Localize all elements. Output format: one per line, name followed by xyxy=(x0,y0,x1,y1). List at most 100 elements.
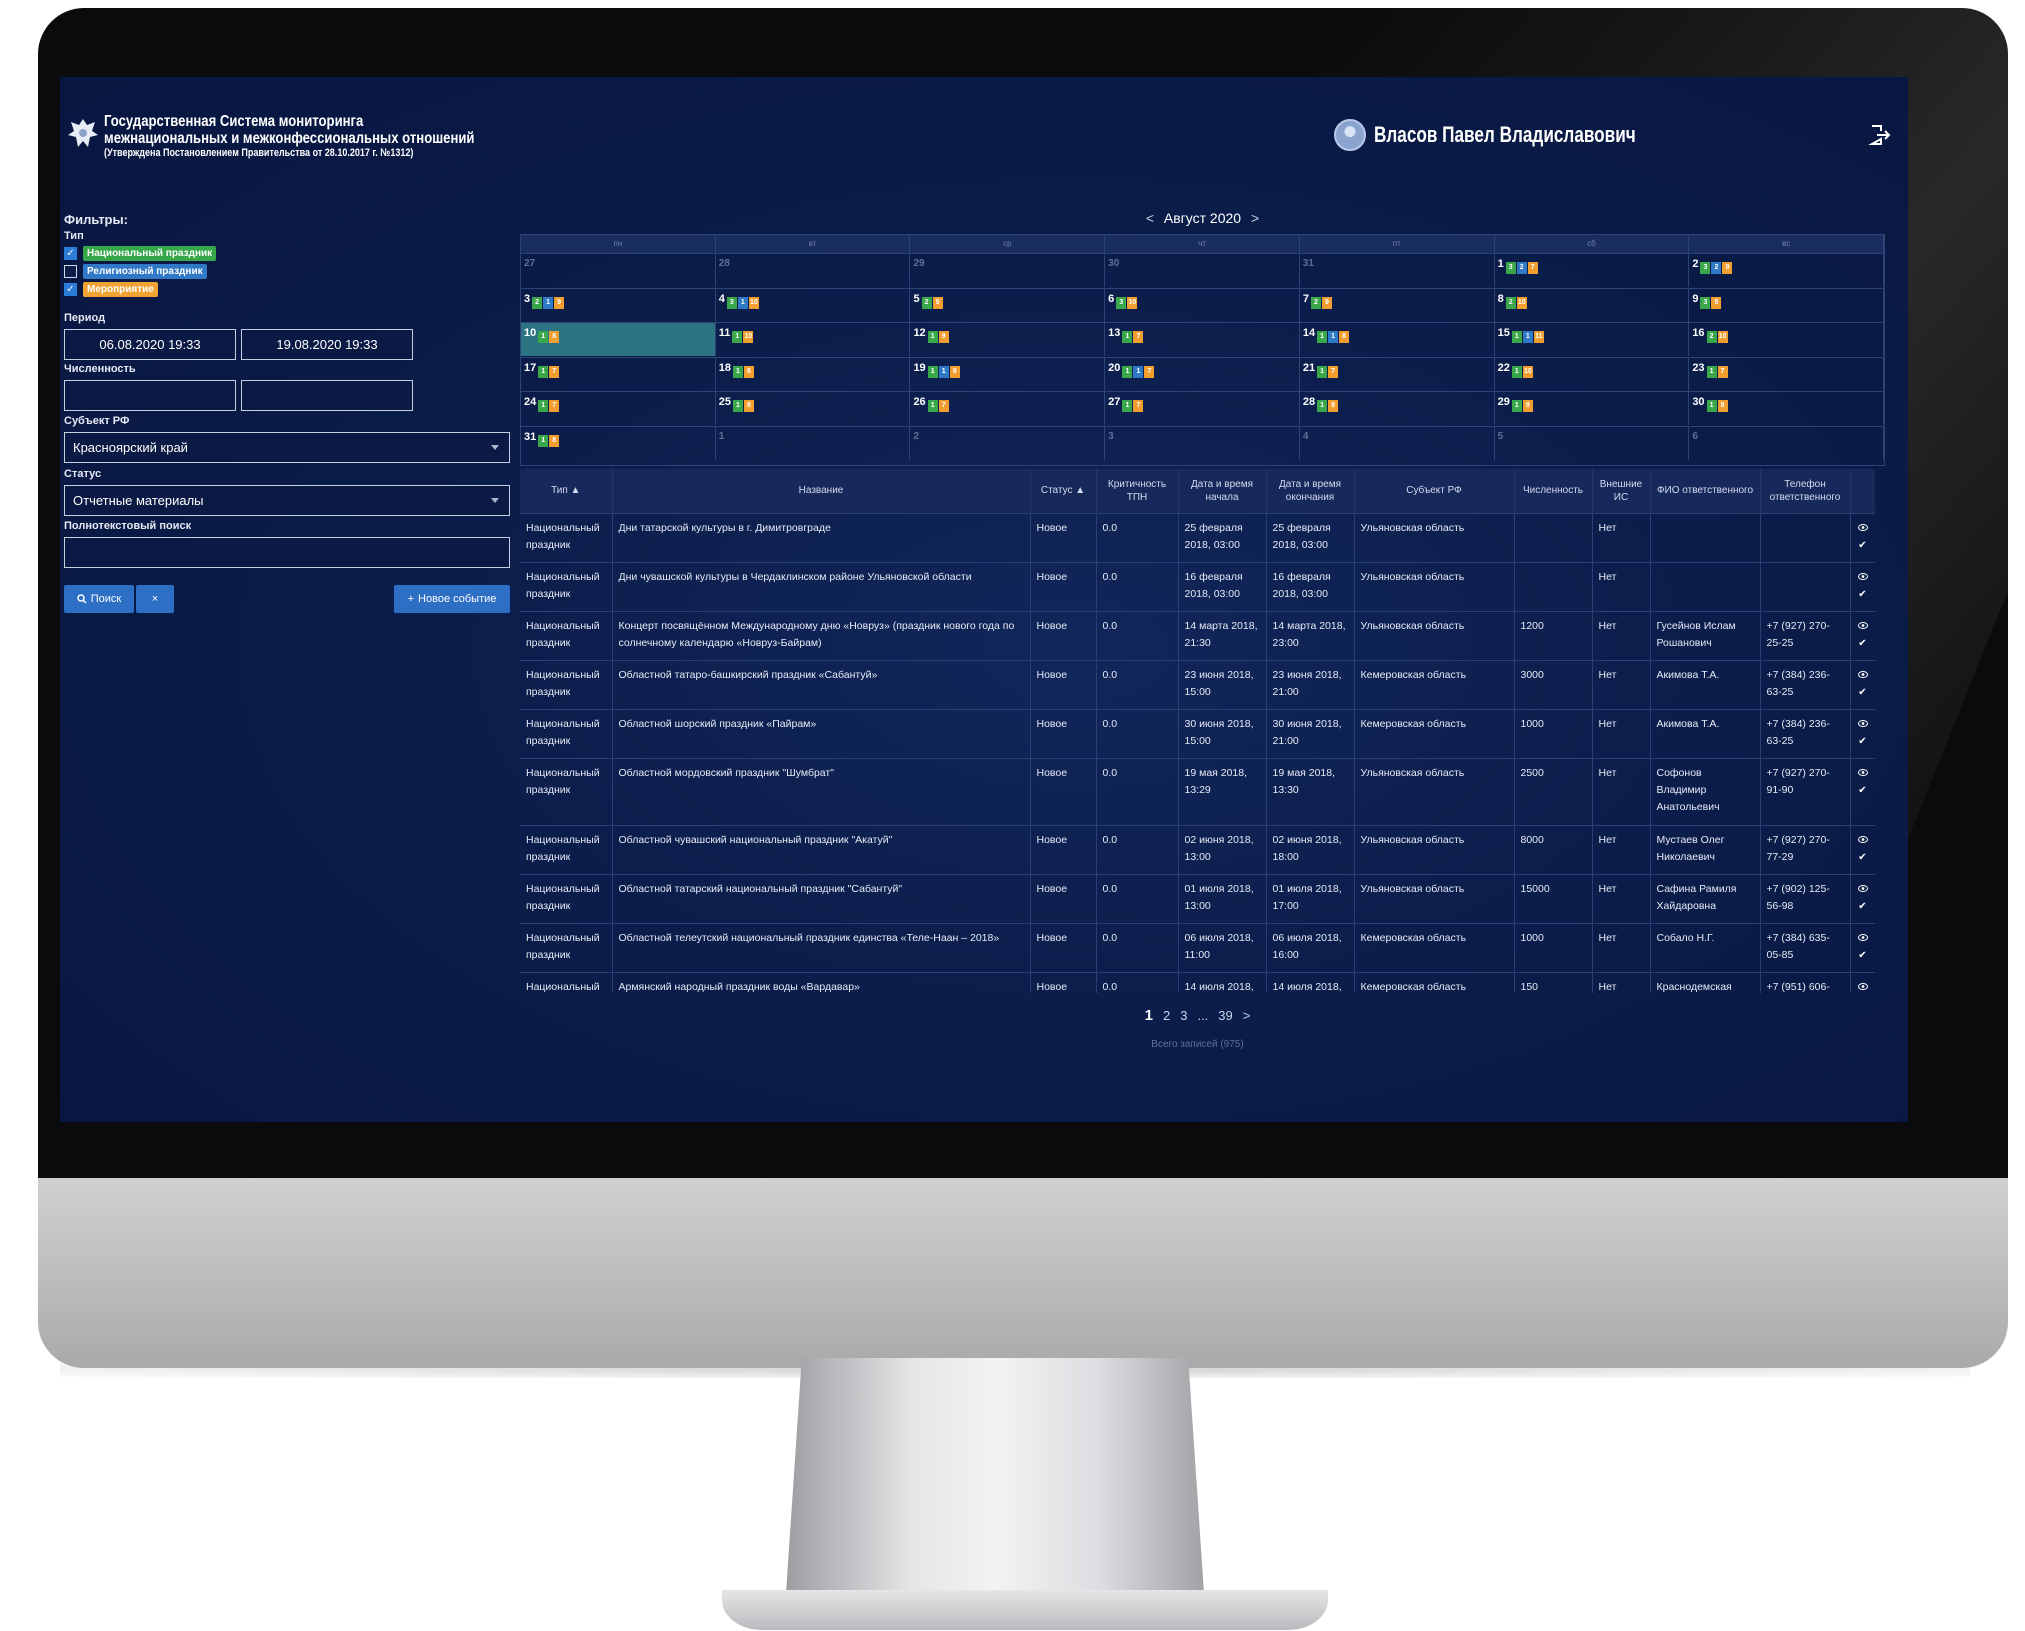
event-count-badge[interactable]: 2 xyxy=(921,296,932,309)
calendar-day[interactable]: 1 xyxy=(716,427,911,460)
calendar-day[interactable]: 15 1 1 11 xyxy=(1495,323,1690,357)
new-event-button[interactable]: + Новое событие xyxy=(394,585,510,613)
event-count-badge[interactable]: 9 xyxy=(1322,296,1332,309)
event-count-badge[interactable]: 2 xyxy=(1706,331,1717,344)
table-row[interactable]: Национальный праздник Дни татарской культ… xyxy=(520,512,1875,562)
event-count-badge[interactable]: 3 xyxy=(1700,262,1711,274)
column-header[interactable]: Название xyxy=(612,469,1031,513)
column-header[interactable]: Численность xyxy=(1514,469,1593,513)
calendar-day[interactable]: 10 1 8 xyxy=(521,323,716,357)
column-header[interactable]: Статус ▲ xyxy=(1030,469,1097,513)
column-header[interactable]: ФИО ответственного xyxy=(1650,469,1761,513)
column-header[interactable]: Дата и время окончания xyxy=(1266,469,1355,513)
event-count-badge[interactable]: 9 xyxy=(1522,400,1533,413)
event-count-badge[interactable]: 2 xyxy=(1505,296,1516,309)
table-row[interactable]: Национальный Армянский народный праздник … xyxy=(520,971,1875,994)
table-row[interactable]: Национальный праздник Областной чувашский… xyxy=(520,824,1875,874)
event-count-badge[interactable]: 1 xyxy=(538,365,549,378)
calendar-day[interactable]: 31 1 8 xyxy=(521,427,716,460)
event-count-badge[interactable]: 2 xyxy=(1516,262,1527,274)
event-count-badge[interactable]: 8 xyxy=(1339,331,1350,344)
event-count-badge[interactable]: 3 xyxy=(1116,296,1127,309)
event-count-badge[interactable]: 1 xyxy=(1122,331,1133,344)
check-icon[interactable]: ✔ xyxy=(1853,733,1873,750)
page-next-button[interactable]: > xyxy=(1243,1008,1251,1023)
event-count-badge[interactable]: 1 xyxy=(737,296,748,309)
event-count-badge[interactable]: 8 xyxy=(549,331,560,344)
event-count-badge[interactable]: 1 xyxy=(1522,331,1533,344)
event-count-badge[interactable]: 7 xyxy=(549,400,560,413)
user-name[interactable]: Власов Павел Владиславович xyxy=(1374,122,1636,148)
event-count-badge[interactable]: 1 xyxy=(732,400,743,413)
page-link[interactable]: 1 xyxy=(1145,1007,1153,1024)
event-count-badge[interactable]: 1 xyxy=(1328,331,1339,344)
event-count-badge[interactable]: 9 xyxy=(949,365,960,378)
event-count-badge[interactable]: 1 xyxy=(927,400,938,413)
table-row[interactable]: Национальный праздник Областной телеутски… xyxy=(520,922,1875,972)
event-count-badge[interactable]: 7 xyxy=(1717,365,1728,378)
calendar-day[interactable]: 12 1 9 xyxy=(910,323,1106,357)
calendar-day[interactable]: 27 1 7 xyxy=(1105,392,1300,426)
column-header[interactable]: Субъект РФ xyxy=(1354,469,1515,513)
calendar-day[interactable]: 939 xyxy=(1689,288,1885,322)
count-to-input[interactable] xyxy=(241,380,413,411)
check-icon[interactable]: ✔ xyxy=(1853,782,1873,799)
event-count-badge[interactable]: 10 xyxy=(1717,331,1728,344)
event-count-badge[interactable]: 7 xyxy=(1144,365,1155,378)
table-row[interactable]: Национальный праздник Дни чувашской культ… xyxy=(520,561,1875,611)
event-count-badge[interactable]: 1 xyxy=(1511,365,1522,378)
status-select[interactable]: Отчетные материалы xyxy=(64,485,510,516)
calendar-day[interactable]: 729 xyxy=(1300,288,1495,322)
event-count-badge[interactable]: 1 xyxy=(732,365,743,378)
calendar-day[interactable]: 2 xyxy=(910,427,1106,460)
event-count-badge[interactable]: 1 xyxy=(1122,400,1133,413)
calendar-next-button[interactable]: > xyxy=(1251,210,1259,226)
event-count-badge[interactable]: 2 xyxy=(1711,262,1722,274)
table-row[interactable]: Национальный праздник Областной татаро-ба… xyxy=(520,659,1875,709)
event-count-badge[interactable]: 7 xyxy=(549,365,560,378)
event-count-badge[interactable]: 1 xyxy=(543,296,554,309)
logout-icon[interactable] xyxy=(1868,123,1892,147)
column-header[interactable]: Критичность ТПН xyxy=(1096,469,1179,513)
calendar-day[interactable]: 6 xyxy=(1689,427,1885,460)
eye-icon[interactable] xyxy=(1853,979,1873,994)
calendar-day[interactable]: 27 xyxy=(521,254,716,287)
event-count-badge[interactable]: 1 xyxy=(1706,400,1717,413)
user-block[interactable]: Власов Павел Владиславович xyxy=(1334,119,1710,151)
eye-icon[interactable] xyxy=(1853,569,1873,586)
type-filter-item[interactable]: Религиозный праздник xyxy=(64,264,207,279)
event-count-badge[interactable]: 1 xyxy=(538,331,549,344)
event-count-badge[interactable]: 9 xyxy=(1711,296,1722,309)
event-count-badge[interactable]: 8 xyxy=(1717,400,1728,413)
search-button[interactable]: Поиск xyxy=(64,585,134,613)
event-count-badge[interactable]: 1 xyxy=(732,331,743,344)
event-count-badge[interactable]: 10 xyxy=(743,331,754,344)
event-count-badge[interactable]: 1 xyxy=(1133,365,1144,378)
period-to-input[interactable]: 19.08.2020 19:33 xyxy=(241,329,413,360)
column-header[interactable]: Дата и время начала xyxy=(1178,469,1267,513)
calendar-day[interactable]: 11 1 10 xyxy=(716,323,911,357)
event-count-badge[interactable]: 2 xyxy=(1311,296,1321,309)
check-icon[interactable]: ✔ xyxy=(1853,537,1873,554)
calendar-day[interactable]: 4 3 1 10 xyxy=(716,288,911,322)
eye-icon[interactable] xyxy=(1853,832,1873,849)
calendar-prev-button[interactable]: < xyxy=(1146,210,1154,226)
fulltext-search-input[interactable] xyxy=(64,537,510,568)
type-checkbox[interactable]: ✓ xyxy=(64,247,77,260)
eye-icon[interactable] xyxy=(1853,765,1873,782)
calendar-day[interactable]: 24 1 7 xyxy=(521,392,716,426)
event-count-badge[interactable]: 2 xyxy=(532,296,543,309)
event-count-badge[interactable]: 9 xyxy=(938,331,949,344)
calendar-day[interactable]: 3 xyxy=(1105,427,1300,460)
event-count-badge[interactable]: 11 xyxy=(1533,331,1544,344)
event-count-badge[interactable]: 9 xyxy=(932,296,943,309)
event-count-badge[interactable]: 3 xyxy=(1505,262,1516,274)
check-icon[interactable]: ✔ xyxy=(1853,684,1873,701)
calendar-day[interactable]: 19 1 1 9 xyxy=(910,357,1106,391)
type-filter-item[interactable]: ✓ Национальный праздник xyxy=(64,246,217,261)
event-count-badge[interactable]: 1 xyxy=(1317,365,1328,378)
period-from-input[interactable]: 06.08.2020 19:33 xyxy=(64,329,236,360)
event-count-badge[interactable]: 10 xyxy=(748,296,759,309)
calendar-day[interactable]: 29 xyxy=(910,254,1106,287)
calendar-day[interactable]: 31 xyxy=(1300,254,1495,287)
